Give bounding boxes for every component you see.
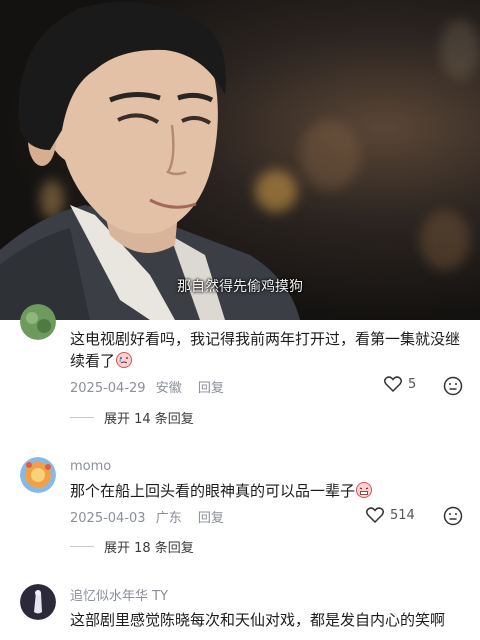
- like-count: 5: [408, 376, 417, 392]
- divider-line: [70, 546, 94, 547]
- comment-meta: 2025-04-29 安徽 回复: [70, 377, 230, 396]
- heart-icon: [366, 507, 384, 523]
- video-frame[interactable]: 那自然得先偷鸡摸狗: [0, 0, 480, 320]
- expand-replies-label: 展开 18 条回复: [104, 541, 194, 556]
- video-subtitle: 那自然得先偷鸡摸狗: [177, 279, 303, 295]
- comment-date: 2025-04-03: [70, 511, 146, 526]
- reply-button[interactable]: 回复: [198, 381, 224, 396]
- avatar[interactable]: [20, 457, 56, 493]
- like-button[interactable]: 5: [384, 376, 416, 392]
- grimace-face-icon: [356, 482, 373, 498]
- comment-item: momo 那个在船上回头看的眼神真的可以品一辈子 2025-04-03 广东 回…: [0, 445, 480, 575]
- reply-button[interactable]: 回复: [198, 511, 224, 526]
- comment-text: 这电视剧好看吗，我记得我前两年打开过，看第一集就没继续看了: [70, 330, 461, 370]
- expand-replies-button[interactable]: 展开 18 条回复: [70, 537, 194, 556]
- emoji-reaction-icon[interactable]: [443, 506, 463, 526]
- expand-replies-button[interactable]: 展开 14 条回复: [70, 408, 194, 427]
- like-count: 514: [390, 507, 415, 523]
- comment-item: 这电视剧好看吗，我记得我前两年打开过，看第一集就没继续看了 2025-04-29…: [0, 304, 480, 440]
- heart-icon: [384, 376, 402, 392]
- comment-date: 2025-04-29: [70, 381, 146, 396]
- like-button[interactable]: 514: [366, 507, 415, 523]
- comment-item: 追忆似水年华 TY 这部剧里感觉陈晓每次和天仙对戏，都是发自内心的笑啊: [0, 580, 480, 640]
- crying-face-icon: [116, 352, 133, 368]
- comment-username[interactable]: 追忆似水年华 TY: [70, 585, 168, 604]
- comment-username[interactable]: momo: [70, 459, 111, 474]
- comment-location: 广东: [155, 511, 182, 526]
- divider-line: [70, 417, 94, 418]
- comment-location: 安徽: [155, 381, 182, 396]
- actor-figure: [0, 1, 300, 320]
- background-light: [420, 210, 470, 270]
- avatar[interactable]: [20, 304, 56, 340]
- comment-meta: 2025-04-03 广东 回复: [70, 507, 230, 526]
- background-light: [440, 20, 480, 80]
- expand-replies-label: 展开 14 条回复: [104, 412, 194, 427]
- avatar[interactable]: [20, 584, 56, 620]
- comment-text: 这部剧里感觉陈晓每次和天仙对戏，都是发自内心的笑啊: [70, 611, 446, 629]
- emoji-reaction-icon[interactable]: [443, 376, 463, 396]
- comment-text: 那个在船上回头看的眼神真的可以品一辈子: [70, 480, 465, 502]
